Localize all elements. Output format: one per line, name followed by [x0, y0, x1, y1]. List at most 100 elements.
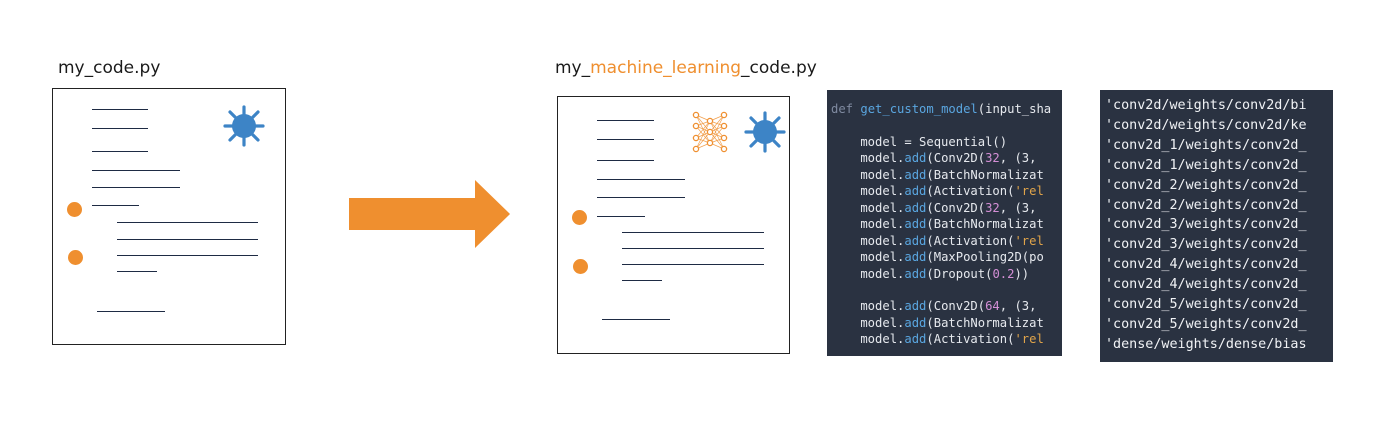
code-token: add: [904, 200, 927, 215]
code-line: [92, 205, 139, 207]
code-snippet-line: model.add(Activation('rel: [831, 233, 1051, 249]
code-token: add: [904, 315, 927, 330]
code-snippet-line: model.add(Conv2D(32, (3,: [831, 200, 1051, 216]
code-text: def get_custom_model(input_sha model = S…: [831, 101, 1051, 348]
code-line: [597, 179, 685, 181]
code-token: model.: [831, 151, 905, 166]
code-token: model.: [831, 184, 905, 199]
bug-location-dot: [572, 210, 587, 225]
code-snippet-line: model.add(BatchNormalizat: [831, 167, 1051, 183]
code-token: , (3,: [999, 200, 1044, 215]
code-snippet-line: model.add(BatchNormalizat: [831, 315, 1051, 331]
left-file-title: my_code.py: [58, 58, 161, 78]
code-snippet-line: model = Sequential(): [831, 134, 1051, 150]
code-snippet-line: def get_custom_model(input_sha: [831, 101, 1051, 117]
right-code-page: [557, 96, 790, 354]
code-line: [597, 216, 645, 218]
code-token: model.: [831, 266, 905, 281]
code-line: [117, 239, 258, 241]
code-token: model.: [831, 200, 905, 215]
code-token: (Conv2D(: [926, 299, 986, 314]
left-code-page: [52, 88, 286, 345]
code-token: 'rel: [1014, 332, 1044, 347]
code-line: [92, 151, 148, 153]
code-token: (Conv2D(: [926, 200, 986, 215]
code-line: [97, 311, 165, 313]
code-line: [92, 187, 180, 189]
neural-network-icon: [692, 111, 728, 153]
bug-location-dot: [67, 202, 82, 217]
code-token: model.: [831, 167, 905, 182]
code-line: [622, 248, 764, 250]
weight-name-line: 'conv2d/weights/conv2d/ke: [1105, 117, 1307, 133]
code-snippet-line: model.add(BatchNormalizat: [831, 216, 1051, 232]
code-snippet-line: model.add(Activation('rel: [831, 331, 1051, 347]
code-token: (BatchNormalizat: [926, 167, 1044, 182]
code-line: [597, 139, 654, 141]
code-token: 32: [985, 151, 1000, 166]
bug-location-dot: [68, 250, 83, 265]
bug-location-dot: [573, 259, 588, 274]
code-token: add: [904, 299, 927, 314]
code-token: 'rel: [1014, 184, 1044, 199]
code-token: (input_sha: [977, 102, 1052, 116]
code-line: [597, 197, 685, 199]
code-snippet-line: model.add(MaxPooling2D(po: [831, 249, 1051, 265]
code-token: add: [904, 233, 927, 248]
code-line: [92, 109, 148, 111]
arrow-right-icon: [349, 180, 510, 248]
code-token: model.: [831, 217, 905, 232]
code-token: model.: [831, 332, 905, 347]
title-prefix: my_: [555, 58, 591, 78]
code-token: (Activation(: [926, 332, 1015, 347]
code-token: (BatchNormalizat: [926, 217, 1044, 232]
model-code-snippet: def get_custom_model(input_sha model = S…: [827, 90, 1062, 356]
code-token: (BatchNormalizat: [926, 315, 1044, 330]
code-token: (Conv2D(: [926, 151, 986, 166]
code-line: [597, 160, 654, 162]
code-line: [92, 170, 180, 172]
title-suffix: _code.py: [741, 58, 817, 78]
code-line: [117, 271, 157, 273]
code-token: get_custom_model: [860, 102, 978, 116]
weight-name-line: 'dense/weights/dense/bias: [1105, 336, 1307, 352]
title-highlight: machine_learning: [590, 58, 742, 78]
code-token: add: [904, 167, 927, 182]
code-line: [117, 222, 258, 224]
code-token: model.: [831, 315, 905, 330]
weight-name-line: 'conv2d_5/weights/conv2d_: [1105, 297, 1307, 313]
right-file-title: my_machine_learning_code.py: [555, 58, 817, 78]
code-token: def: [831, 102, 861, 116]
code-token: (Activation(: [926, 233, 1015, 248]
weight-name-line: 'conv2d_4/weights/conv2d_: [1105, 257, 1307, 273]
code-token: add: [904, 250, 927, 265]
weight-name-line: 'conv2d_1/weights/conv2d_: [1105, 157, 1307, 173]
code-token: , (3,: [999, 151, 1044, 166]
code-token: (Dropout(: [926, 266, 993, 281]
code-snippet-line: [831, 117, 1051, 133]
code-token: add: [904, 184, 927, 199]
bug-icon: [223, 105, 265, 147]
code-snippet-line: model.add(Conv2D(64, (3,: [831, 298, 1051, 314]
code-line: [622, 264, 764, 266]
code-token: 64: [985, 299, 1000, 314]
weights-list-panel: 'conv2d/weights/conv2d/bi 'conv2d/weights…: [1100, 90, 1333, 362]
code-snippet-line: model.add(Conv2D(32, (3,: [831, 150, 1051, 166]
weight-name-line: 'conv2d_3/weights/conv2d_: [1105, 237, 1307, 253]
weight-name-line: 'conv2d_5/weights/conv2d_: [1105, 316, 1307, 332]
weight-name-line: 'conv2d_2/weights/conv2d_: [1105, 197, 1307, 213]
code-line: [622, 232, 764, 234]
weight-name-line: 'conv2d_4/weights/conv2d_: [1105, 277, 1307, 293]
bug-icon: [744, 111, 786, 153]
code-line: [622, 280, 662, 282]
code-token: add: [904, 266, 927, 281]
code-token: add: [904, 332, 927, 347]
weight-name-line: 'conv2d_2/weights/conv2d_: [1105, 177, 1307, 193]
weight-name-line: 'conv2d_3/weights/conv2d_: [1105, 217, 1307, 233]
code-token: add: [904, 217, 927, 232]
code-token: model.: [831, 250, 905, 265]
code-token: 'rel: [1014, 233, 1044, 248]
code-token: model.: [831, 233, 905, 248]
code-token: , (3,: [999, 299, 1044, 314]
code-snippet-line: model.add(Activation('rel: [831, 183, 1051, 199]
